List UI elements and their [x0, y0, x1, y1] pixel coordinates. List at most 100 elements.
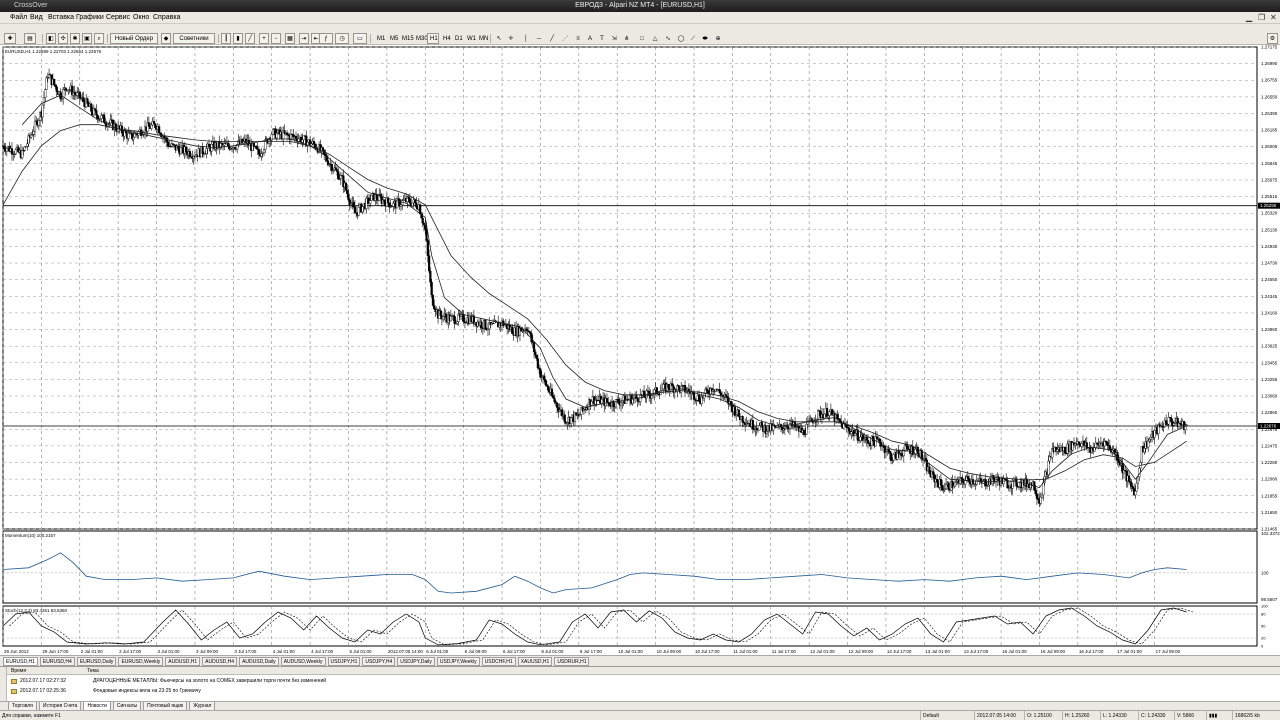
candle[interactable]	[262, 149, 266, 154]
zoom-out-icon[interactable]: −	[271, 33, 281, 44]
menu-tools[interactable]: Сервис	[106, 14, 130, 21]
candle[interactable]	[30, 134, 33, 138]
candle[interactable]	[334, 167, 337, 170]
candle[interactable]	[952, 486, 955, 489]
candle[interactable]	[887, 449, 890, 452]
candle[interactable]	[285, 132, 289, 136]
candle[interactable]	[54, 84, 57, 87]
data-window-icon[interactable]: ✣	[58, 33, 68, 44]
tab-chart-usdjpy-daily[interactable]: USDJPY,Daily	[397, 657, 435, 666]
candle[interactable]	[102, 114, 106, 123]
candle[interactable]	[924, 458, 927, 461]
candle[interactable]	[264, 139, 267, 150]
candle[interactable]	[365, 198, 368, 210]
candle[interactable]	[1148, 438, 1151, 442]
candle[interactable]	[939, 479, 943, 486]
chevron-down-icon[interactable]: ⊕	[713, 33, 723, 44]
candle[interactable]	[442, 316, 445, 320]
candle[interactable]	[408, 198, 412, 204]
candle[interactable]	[865, 437, 868, 441]
candle[interactable]	[892, 454, 895, 461]
trendline-icon[interactable]: ╱	[547, 33, 557, 44]
candle[interactable]	[33, 121, 37, 132]
candle[interactable]	[1039, 496, 1042, 504]
candle[interactable]	[1063, 447, 1067, 454]
period-m1[interactable]: M1	[374, 33, 386, 44]
candle[interactable]	[158, 126, 161, 134]
candle[interactable]	[805, 424, 808, 435]
fibonacci-icon[interactable]: ≡	[573, 33, 583, 44]
candle[interactable]	[449, 315, 452, 322]
candle[interactable]	[733, 406, 737, 417]
candle[interactable]	[429, 270, 432, 283]
candle[interactable]	[439, 310, 442, 316]
menu-insert[interactable]: Вставка	[48, 14, 74, 21]
candle[interactable]	[310, 143, 313, 146]
candle[interactable]	[765, 431, 769, 434]
zoom-in-icon[interactable]: +	[259, 33, 269, 44]
candle[interactable]	[37, 120, 40, 126]
candle[interactable]	[422, 223, 426, 226]
candle[interactable]	[453, 316, 456, 324]
candle[interactable]	[525, 328, 528, 331]
candle[interactable]	[511, 326, 514, 334]
candle[interactable]	[94, 108, 97, 111]
pitchfork-icon[interactable]: ⋔	[622, 33, 632, 44]
candle[interactable]	[64, 87, 67, 90]
candle[interactable]	[614, 399, 618, 408]
candle[interactable]	[651, 394, 655, 396]
candle[interactable]	[1034, 490, 1037, 495]
tab-chart-usdchf-h1[interactable]: USDCHF,H1	[481, 657, 516, 666]
periods-icon[interactable]: ◷	[335, 33, 349, 44]
candle[interactable]	[5, 148, 8, 152]
period-m5[interactable]: M5	[387, 33, 399, 44]
text-tool-icon[interactable]: A	[585, 33, 595, 44]
candle[interactable]	[3, 145, 6, 150]
candle[interactable]	[392, 202, 395, 207]
menu-view[interactable]: Вид	[30, 14, 43, 21]
candle[interactable]	[41, 104, 44, 118]
period-m30[interactable]: M30	[413, 33, 428, 44]
meta-editor-icon[interactable]: ◆	[161, 33, 171, 44]
candle[interactable]	[539, 368, 542, 378]
candle[interactable]	[677, 385, 680, 388]
candle[interactable]	[590, 401, 593, 406]
candle[interactable]	[737, 409, 740, 417]
candle[interactable]	[1172, 423, 1175, 426]
market-watch-icon[interactable]: ◧	[46, 33, 56, 44]
close-icon[interactable]: ✕	[1270, 13, 1277, 22]
candle[interactable]	[547, 385, 550, 391]
candle[interactable]	[78, 91, 81, 99]
candle[interactable]	[529, 331, 532, 334]
candle[interactable]	[179, 147, 182, 155]
candle[interactable]	[344, 182, 348, 191]
menu-window[interactable]: Окно	[133, 14, 149, 21]
candle[interactable]	[760, 422, 763, 426]
candle[interactable]	[166, 141, 170, 147]
candle[interactable]	[532, 342, 536, 353]
ellipse-icon[interactable]: ◯	[676, 33, 686, 44]
candle[interactable]	[147, 122, 150, 127]
candle[interactable]	[823, 413, 826, 419]
gann-icon[interactable]: ⟋	[688, 33, 698, 44]
candle[interactable]	[370, 194, 373, 201]
tab-chart-audusd-daily[interactable]: AUDUSD,Daily	[239, 657, 279, 666]
candle[interactable]	[1047, 460, 1050, 476]
experts-button[interactable]: Советники	[173, 33, 215, 44]
menu-charts[interactable]: Графики	[76, 14, 104, 21]
candle[interactable]	[150, 124, 153, 129]
candle[interactable]	[428, 255, 431, 272]
candle[interactable]	[462, 314, 465, 323]
candle[interactable]	[252, 142, 255, 147]
chart-window[interactable]: 29 Jun 2012 29 Jun 17:00 2 Jul 01:00 2 Jul …	[0, 45, 1280, 655]
candle[interactable]	[536, 358, 539, 369]
candle[interactable]	[257, 149, 261, 155]
menu-file[interactable]: Файл	[10, 14, 27, 21]
tab-chart-usdrur-h1[interactable]: USDRUR,H1	[554, 657, 590, 666]
candle[interactable]	[159, 132, 162, 135]
tab-chart-xauusd-h1[interactable]: XAUUSD,H1	[517, 657, 553, 666]
candle[interactable]	[353, 206, 356, 214]
candle[interactable]	[1106, 442, 1109, 446]
candle[interactable]	[570, 417, 573, 424]
channel-icon[interactable]: ⋰	[560, 33, 570, 44]
